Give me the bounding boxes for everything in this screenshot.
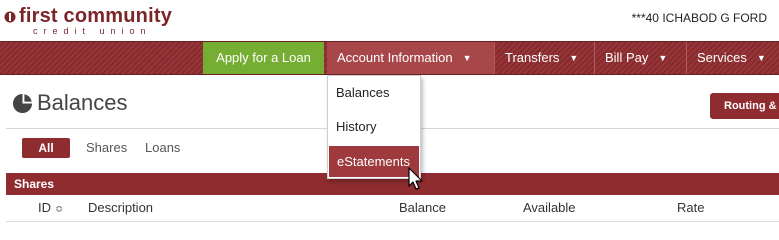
chevron-down-icon: ▼ <box>756 53 766 63</box>
logo-main-text: first community <box>19 5 173 27</box>
pie-chart-icon <box>12 93 33 114</box>
account-information-dropdown: Balances History eStatements <box>327 75 421 179</box>
page-title: Balances <box>37 90 128 115</box>
nav-apply-for-loan[interactable]: Apply for a Loan <box>203 42 324 74</box>
routing-button[interactable]: Routing & A <box>710 93 779 119</box>
filter-loans-link[interactable]: Loans <box>145 140 180 155</box>
chevron-down-icon: ▼ <box>569 53 579 63</box>
nav-bill-pay-label: Bill Pay <box>605 50 649 65</box>
dropdown-item-history[interactable]: History <box>328 110 420 144</box>
mouse-pointer-icon <box>408 167 423 190</box>
column-available[interactable]: Available <box>523 200 576 215</box>
dropdown-item-balances[interactable]: Balances <box>328 76 420 110</box>
logo[interactable]: first community credit union <box>4 6 172 38</box>
logo-icon <box>4 11 16 23</box>
chevron-down-icon: ▼ <box>462 53 472 63</box>
filter-all-button[interactable]: All <box>22 138 70 158</box>
chevron-down-icon: ▼ <box>658 53 668 63</box>
column-balance[interactable]: Balance <box>399 200 446 215</box>
nav-account-information-label: Account Information <box>337 50 453 65</box>
main-nav: Apply for a Loan Account Information ▼ Tr… <box>0 41 779 75</box>
column-rate[interactable]: Rate <box>677 200 704 215</box>
logo-sub-text: credit union <box>33 26 152 36</box>
shares-table-header: ID ≎ Description Balance Available Rate <box>6 195 779 222</box>
column-description[interactable]: Description <box>88 200 153 215</box>
sort-icon: ≎ <box>55 204 64 215</box>
nav-transfers-label: Transfers <box>505 50 560 65</box>
nav-services-label: Services <box>697 50 747 65</box>
filter-shares-link[interactable]: Shares <box>86 140 127 155</box>
dropdown-item-estatements[interactable]: eStatements <box>329 146 419 177</box>
nav-bill-pay[interactable]: Bill Pay ▼ <box>594 42 686 74</box>
nav-account-information[interactable]: Account Information ▼ <box>327 42 494 74</box>
user-name: ***40 ICHABOD G FORD <box>631 11 767 25</box>
column-id-label: ID <box>38 200 51 215</box>
column-id[interactable]: ID ≎ <box>38 200 63 215</box>
nav-transfers[interactable]: Transfers ▼ <box>494 42 594 74</box>
nav-services[interactable]: Services ▼ <box>686 42 779 74</box>
